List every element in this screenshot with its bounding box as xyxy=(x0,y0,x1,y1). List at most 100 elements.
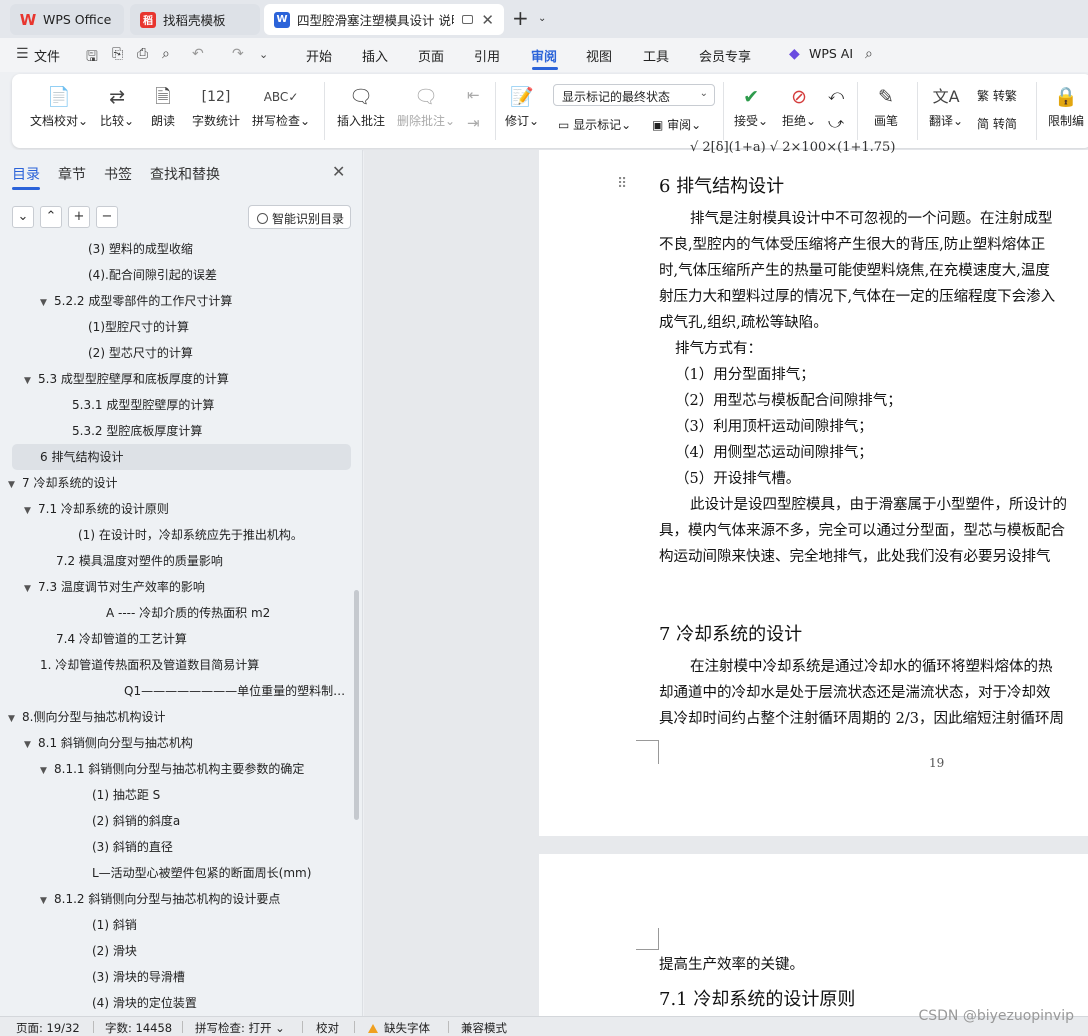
menu-tab-member[interactable]: 会员专享 xyxy=(699,46,751,65)
toc-item[interactable]: 1. 冷却管道传热面积及管道数目简易计算 xyxy=(40,652,350,678)
toc-item[interactable]: (3) 塑料的成型收缩 xyxy=(88,236,350,262)
add-heading-button[interactable]: + xyxy=(68,206,90,228)
toc-item[interactable]: 5.3.1 成型型腔壁厚的计算 xyxy=(72,392,350,418)
expand-triangle-icon[interactable]: ▼ xyxy=(40,888,54,912)
window-mode-icon[interactable] xyxy=(462,15,474,24)
toc-item[interactable]: 6 排气结构设计 xyxy=(12,444,351,470)
toc-item[interactable]: L—活动型心被塑件包紧的断面周长(mm) xyxy=(92,860,350,886)
proof-indicator[interactable]: 校对 xyxy=(316,1020,339,1036)
revise-button[interactable]: 📝 修订⌄ xyxy=(505,84,539,129)
next-change-icon[interactable]: ⤻ xyxy=(828,114,844,132)
previous-change-icon[interactable]: ⤺ xyxy=(828,86,844,104)
toc-item[interactable]: (2) 斜销的斜度a xyxy=(92,808,350,834)
toc-item[interactable]: ▼ 8.1.1 斜销侧向分型与抽芯机构主要参数的确定 xyxy=(40,756,350,782)
to-traditional-button[interactable]: 繁 转繁 xyxy=(977,87,1017,104)
toc-item[interactable]: 7.4 冷却管道的工艺计算 xyxy=(56,626,350,652)
accept-button[interactable]: ✔ 接受⌄ xyxy=(734,84,768,129)
toc-item[interactable]: (1) 斜销 xyxy=(92,912,350,938)
next-comment-icon[interactable]: ⇥ xyxy=(467,114,480,132)
expand-triangle-icon[interactable]: ▼ xyxy=(8,706,22,730)
translate-button[interactable]: 文A 翻译⌄ xyxy=(929,84,963,129)
compare-button[interactable]: ⇄ 比较⌄ xyxy=(100,84,134,129)
toc-item[interactable]: ▼ 5.3 成型型腔壁厚和底板厚度的计算 xyxy=(24,366,350,392)
page-indicator[interactable]: 页面: 19/32 xyxy=(16,1020,80,1036)
menu-tab-view[interactable]: 视图 xyxy=(586,46,612,65)
nav-tab-bookmarks[interactable]: 书签 xyxy=(104,164,132,184)
menu-tab-review[interactable]: 审阅 xyxy=(531,46,557,65)
word-count-button[interactable]: [12] 字数统计 xyxy=(192,84,240,129)
toc-item[interactable]: ▼ 7.3 温度调节对生产效率的影响 xyxy=(24,574,350,600)
expand-triangle-icon[interactable]: ▼ xyxy=(24,732,38,756)
toc-scrollbar[interactable] xyxy=(354,590,359,820)
expand-triangle-icon[interactable]: ▼ xyxy=(24,576,38,600)
nav-tab-sections[interactable]: 章节 xyxy=(58,164,86,184)
expand-triangle-icon[interactable]: ▼ xyxy=(24,368,38,392)
toc-item[interactable]: (2) 滑块 xyxy=(92,938,350,964)
toc-item[interactable]: ▼ 8.1.2 斜销侧向分型与抽芯机构的设计要点 xyxy=(40,886,350,912)
collapse-all-button[interactable]: ⌄ xyxy=(12,206,34,228)
missing-font-indicator[interactable]: 缺失字体 xyxy=(368,1020,430,1036)
toc-item[interactable]: 5.3.2 型腔底板厚度计算 xyxy=(72,418,350,444)
drag-handle-icon[interactable]: ⠿ xyxy=(617,176,627,192)
nav-tab-find-replace[interactable]: 查找和替换 xyxy=(150,164,220,184)
quick-access-dropdown-icon[interactable]: ⌄ xyxy=(259,48,268,61)
reject-button[interactable]: ⊘ 拒绝⌄ xyxy=(782,84,816,129)
show-markup-button[interactable]: ▭ 显示标记⌄ xyxy=(558,116,631,133)
proofread-button[interactable]: 📄 文档校对⌄ xyxy=(30,84,88,129)
expand-triangle-icon[interactable]: ▼ xyxy=(40,290,54,314)
markup-state-dropdown[interactable]: 显示标记的最终状态 ⌄ xyxy=(553,84,715,106)
menu-file[interactable]: 文件 xyxy=(34,46,60,65)
tab-docer-templates[interactable]: 稻 找稻壳模板 xyxy=(130,4,260,35)
toc-item[interactable]: (1)型腔尺寸的计算 xyxy=(88,314,350,340)
save-icon[interactable]: 🖫 xyxy=(86,46,98,70)
toc-item[interactable]: A ---- 冷却介质的传热面积 m2 xyxy=(106,600,350,626)
toc-item[interactable]: (2) 型芯尺寸的计算 xyxy=(88,340,350,366)
delete-comment-button[interactable]: 🗨 删除批注⌄ xyxy=(397,84,455,129)
menu-tab-page[interactable]: 页面 xyxy=(418,46,444,65)
smart-toc-button[interactable]: 智能识别目录 xyxy=(248,205,351,229)
menu-wps-ai[interactable]: WPS AI xyxy=(809,46,853,61)
word-count-indicator[interactable]: 字数: 14458 xyxy=(105,1020,172,1036)
toc-item[interactable]: (3) 滑块的导滑槽 xyxy=(92,964,350,990)
tab-wps-office[interactable]: W WPS Office xyxy=(10,4,124,35)
expand-up-button[interactable]: ⌃ xyxy=(40,206,62,228)
undo-icon[interactable]: ↶ xyxy=(192,46,204,62)
toc-item[interactable]: 7.2 模具温度对塑件的质量影响 xyxy=(56,548,350,574)
to-simplified-button[interactable]: 简 转简 xyxy=(977,115,1017,132)
remove-heading-button[interactable]: − xyxy=(96,206,118,228)
toc-item[interactable]: ▼ 7 冷却系统的设计 xyxy=(8,470,350,496)
review-pane-button[interactable]: ▣ 审阅⌄ xyxy=(652,116,701,133)
tab-document[interactable]: W 四型腔滑塞注塑模具设计 说明 ✕ xyxy=(264,4,504,35)
toc-item[interactable]: (4) 滑块的定位装置 xyxy=(92,990,350,1016)
print-preview-icon[interactable]: ⌕ xyxy=(162,46,170,62)
previous-comment-icon[interactable]: ⇤ xyxy=(467,86,480,104)
toc-item[interactable]: ▼ 8.侧向分型与抽芯机构设计 xyxy=(8,704,350,730)
toc-item[interactable]: (1) 在设计时，冷却系统应先于推出机构。 xyxy=(78,522,350,548)
spell-check-button[interactable]: ABC✓ 拼写检查⌄ xyxy=(252,84,310,129)
brush-button[interactable]: ✎ 画笔 xyxy=(874,84,898,129)
search-icon[interactable]: ⌕ xyxy=(865,46,873,62)
toc-item[interactable]: ▼ 8.1 斜销侧向分型与抽芯机构 xyxy=(24,730,350,756)
expand-triangle-icon[interactable]: ▼ xyxy=(8,472,22,496)
toc-item[interactable]: ▼ 5.2.2 成型零部件的工作尺寸计算 xyxy=(40,288,350,314)
menu-tab-insert[interactable]: 插入 xyxy=(362,46,388,65)
insert-comment-button[interactable]: 🗨 插入批注 xyxy=(337,84,385,129)
toc-item[interactable]: (4).配合间隙引起的误差 xyxy=(88,262,350,288)
toc-item[interactable]: Q1————————单位重量的塑料制品在凝固时所放出的热量 xyxy=(124,678,350,704)
menu-tab-tools[interactable]: 工具 xyxy=(643,46,669,65)
chevron-down-icon[interactable]: ⌄ xyxy=(538,13,546,24)
menu-tab-home[interactable]: 开始 xyxy=(306,46,332,65)
nav-tab-toc[interactable]: 目录 xyxy=(12,164,40,184)
read-aloud-button[interactable]: 🗎 朗读 xyxy=(151,84,175,129)
toc-item[interactable]: ▼ 7.1 冷却系统的设计原则 xyxy=(24,496,350,522)
toc-item[interactable]: (1) 抽芯距 S xyxy=(92,782,350,808)
expand-triangle-icon[interactable]: ▼ xyxy=(40,758,54,782)
new-tab-icon[interactable]: + xyxy=(512,6,529,30)
close-pane-icon[interactable]: ✕ xyxy=(332,162,345,181)
close-tab-icon[interactable]: ✕ xyxy=(481,11,494,29)
restrict-edit-button[interactable]: 🔒 限制编 xyxy=(1048,84,1084,129)
hamburger-icon[interactable]: ☰ xyxy=(16,46,29,62)
expand-triangle-icon[interactable]: ▼ xyxy=(24,498,38,522)
toc-item[interactable]: (3) 斜销的直径 xyxy=(92,834,350,860)
export-icon[interactable]: ⎘ xyxy=(112,46,123,62)
